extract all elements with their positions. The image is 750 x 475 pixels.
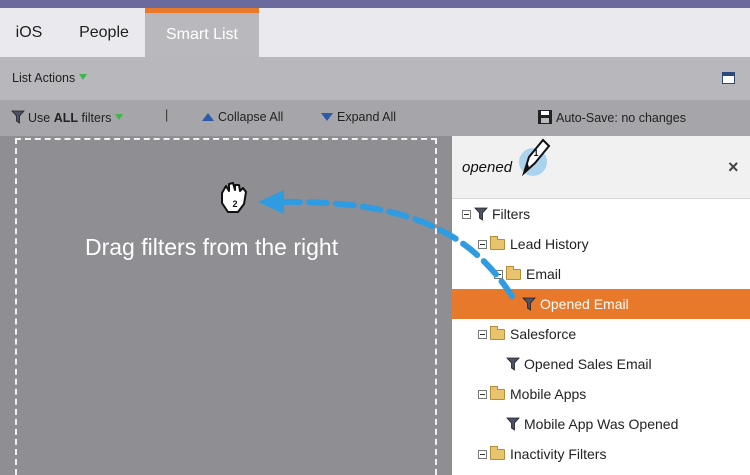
autosave-label: Auto-Save: no changes xyxy=(556,111,686,125)
tree-node-label: Email xyxy=(526,266,562,282)
filter-funnel-icon xyxy=(474,207,488,221)
filter-toolbar: Use ALL filters | Collapse All Expand Al… xyxy=(0,100,750,136)
dropdown-triangle-icon xyxy=(79,74,88,80)
folder-icon xyxy=(490,386,505,400)
filter-funnel-icon xyxy=(506,417,520,431)
use-label: Use xyxy=(28,111,51,125)
collapse-all-button[interactable]: Collapse All xyxy=(202,110,283,124)
tree-node-opened-sales-email[interactable]: Opened Sales Email xyxy=(452,349,750,379)
filter-funnel-icon xyxy=(11,110,25,124)
save-disk-icon xyxy=(538,110,552,124)
tree-node-mobile-app-was-opened[interactable]: Mobile App Was Opened xyxy=(452,409,750,439)
filter-search-input[interactable]: opened xyxy=(462,159,512,176)
tree-node-label: Filters xyxy=(492,206,531,222)
filter-dropzone[interactable] xyxy=(15,138,437,475)
filters-label: filters xyxy=(81,111,112,125)
dropdown-triangle-icon xyxy=(115,114,124,120)
filter-funnel-icon xyxy=(506,357,520,371)
tree-node-opened-email[interactable]: Opened Email xyxy=(452,289,750,319)
folder-icon xyxy=(490,236,505,250)
smart-list-canvas[interactable] xyxy=(0,136,452,475)
dropzone-placeholder: Drag filters from the right xyxy=(85,234,339,260)
tree-node-label: Salesforce xyxy=(510,326,577,342)
tree-node-lead-history[interactable]: Lead History xyxy=(452,229,750,259)
tree-node-label: Opened Email xyxy=(540,296,629,312)
tree-node-label: Mobile App Was Opened xyxy=(524,416,679,432)
clear-search-icon[interactable]: × xyxy=(728,157,739,178)
tree-node-filters[interactable]: Filters xyxy=(452,199,750,229)
filter-panel: opened × Filters Lead History Email Open… xyxy=(452,136,750,475)
top-accent-bar xyxy=(0,0,750,8)
list-actions-menu[interactable]: List Actions xyxy=(12,71,88,85)
autosave-status: Auto-Save: no changes xyxy=(538,110,686,125)
tree-node-label: Lead History xyxy=(510,236,589,252)
list-actions-bar: List Actions xyxy=(0,57,750,100)
tree-node-inactivity-filters[interactable]: Inactivity Filters xyxy=(452,439,750,469)
folder-icon xyxy=(490,446,505,460)
collapse-node-icon[interactable] xyxy=(462,210,471,219)
tree-node-label: Mobile Apps xyxy=(510,386,587,402)
list-actions-label: List Actions xyxy=(12,71,76,85)
tab-bar: iOS People Smart List xyxy=(0,8,750,57)
tab-ios[interactable]: iOS xyxy=(0,8,58,57)
tree-node-salesforce[interactable]: Salesforce xyxy=(452,319,750,349)
tab-people[interactable]: People xyxy=(66,8,142,57)
expand-arrow-icon xyxy=(321,113,333,121)
tree-node-label: Inactivity Filters xyxy=(510,446,607,462)
use-all-filters-menu[interactable]: Use ALL filters xyxy=(11,110,124,125)
collapse-label: Collapse All xyxy=(218,110,284,124)
tree-node-mobile-apps[interactable]: Mobile Apps xyxy=(452,379,750,409)
collapse-node-icon[interactable] xyxy=(478,390,487,399)
collapse-node-icon[interactable] xyxy=(478,450,487,459)
tree-node-email[interactable]: Email xyxy=(452,259,750,289)
tab-smart-list[interactable]: Smart List xyxy=(145,8,259,57)
collapse-node-icon[interactable] xyxy=(494,270,503,279)
expand-all-button[interactable]: Expand All xyxy=(321,110,396,124)
collapse-node-icon[interactable] xyxy=(478,240,487,249)
folder-icon xyxy=(506,266,521,280)
expand-label: Expand All xyxy=(337,110,397,124)
use-all-bold: ALL xyxy=(53,111,79,125)
filter-search-row: opened × xyxy=(452,136,750,199)
collapse-node-icon[interactable] xyxy=(478,330,487,339)
folder-icon xyxy=(490,326,505,340)
filter-funnel-icon xyxy=(522,297,536,311)
collapse-arrow-icon xyxy=(202,113,214,121)
tree-node-label: Opened Sales Email xyxy=(524,356,652,372)
window-toggle-icon[interactable] xyxy=(722,72,735,84)
toolbar-separator: | xyxy=(165,108,169,122)
